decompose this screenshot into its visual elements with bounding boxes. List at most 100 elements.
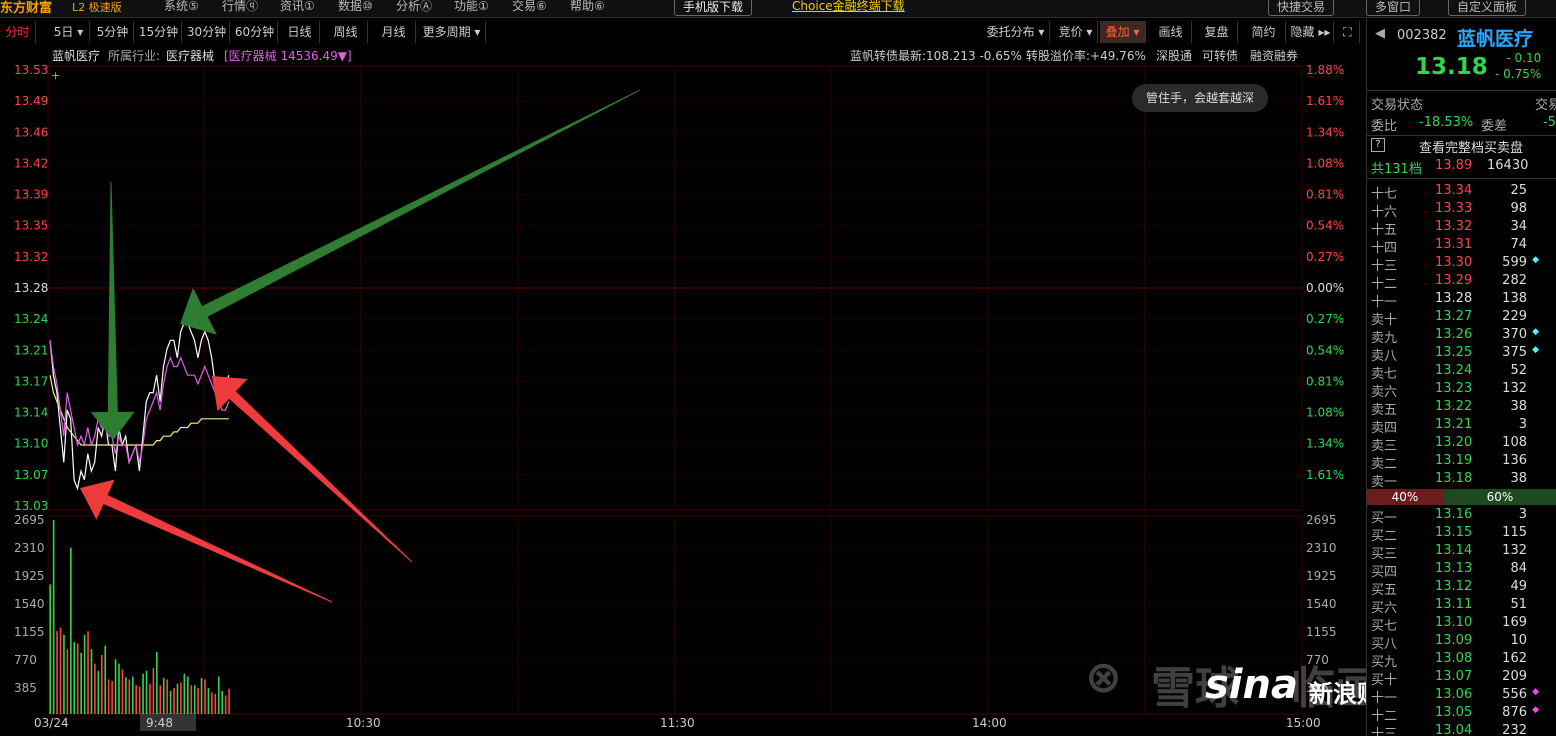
volume-bar — [80, 652, 82, 714]
green-arrow-annotation — [90, 182, 135, 440]
full-book-button[interactable]: 查看完整档买卖盘 — [1419, 137, 1523, 156]
bid-row[interactable]: 买六 13.11 51 — [1371, 597, 1556, 616]
book-price: 13.16 — [1435, 507, 1473, 522]
price-tick-label: 13.07 — [14, 468, 48, 482]
ask-row[interactable]: 十五 13.32 34 — [1371, 219, 1556, 238]
book-price: 13.31 — [1435, 237, 1473, 252]
volume-bar — [59, 627, 62, 714]
bid-row[interactable]: 买二 13.15 115 — [1371, 525, 1556, 544]
time-tick-label: 15:00 — [1286, 716, 1321, 730]
book-price: 13.27 — [1435, 309, 1473, 324]
ask-row[interactable]: 卖五 13.22 38 — [1371, 399, 1556, 418]
book-price: 13.18 — [1435, 471, 1473, 486]
annotation-tooltip: 管住手，会越套越深 — [1132, 84, 1268, 112]
book-price: 13.30 — [1435, 255, 1473, 270]
book-volume: 162 — [1502, 651, 1527, 666]
price-tick-label: 13.24 — [14, 312, 48, 326]
ask-row[interactable]: 十七 13.34 25 — [1371, 183, 1556, 202]
bid-row[interactable]: 买九 13.08 162 — [1371, 651, 1556, 670]
ask-row[interactable]: 卖七 13.24 52 — [1371, 363, 1556, 382]
quote-panel: ◀ 002382 蓝帆医疗 13.18 - 0.10 - 0.75% 交易状态 … — [1366, 18, 1556, 736]
pct-tick-label: 1.34% — [1306, 125, 1344, 139]
volume-bar — [128, 679, 131, 714]
book-volume: 10 — [1510, 633, 1527, 648]
time-tick-label: 14:00 — [972, 716, 1007, 730]
book-price: 13.06 — [1435, 687, 1473, 702]
volume-tick-label: 2310 — [14, 541, 45, 555]
bid-row[interactable]: 买八 13.09 10 — [1371, 633, 1556, 652]
ask-row[interactable]: 十三 13.30 599 ◆ — [1371, 255, 1556, 274]
book-price: 13.13 — [1435, 561, 1473, 576]
ask-row[interactable]: 卖十 13.27 229 — [1371, 309, 1556, 328]
bid-row[interactable]: 十三 13.04 232 — [1371, 723, 1556, 736]
ask-row[interactable]: 卖二 13.19 136 — [1371, 453, 1556, 472]
volume-bar — [173, 688, 175, 714]
book-price: 13.09 — [1435, 633, 1473, 648]
book-level: 卖九 — [1371, 331, 1398, 346]
ask-row[interactable]: 十六 13.33 98 — [1371, 201, 1556, 220]
price-tick-label: 13.17 — [14, 374, 48, 388]
ask-row[interactable]: 卖八 13.25 375 ◆ — [1371, 345, 1556, 364]
quote-stock-name: 蓝帆医疗 — [1457, 28, 1534, 50]
ask-row[interactable]: 卖六 13.23 132 — [1371, 381, 1556, 400]
price-tick-label: 13.42 — [14, 156, 48, 170]
pct-tick-label: 1.61% — [1306, 468, 1344, 482]
volume-bar — [156, 652, 158, 714]
ask-row[interactable]: 卖三 13.20 108 — [1371, 435, 1556, 454]
book-level: 卖五 — [1371, 403, 1398, 418]
book-volume: 25 — [1510, 183, 1527, 198]
price-tick-label: 13.28 — [14, 281, 48, 295]
multi-window-button[interactable]: 多窗口 — [1366, 0, 1421, 16]
full-book-row[interactable]: ? 查看完整档买卖盘 — [1371, 137, 1556, 156]
book-price: 13.26 — [1435, 327, 1473, 342]
volume-bar — [200, 678, 203, 714]
volume-tick-label: 2695 — [1306, 513, 1337, 527]
price-tick-label: 13.49 — [14, 94, 48, 108]
book-volume: 169 — [1502, 615, 1527, 630]
series-line-index — [49, 340, 230, 465]
help-icon[interactable]: ? — [1371, 138, 1385, 152]
time-tick-label: 9:48 — [146, 716, 173, 730]
volume-bar — [159, 685, 162, 714]
book-price: 13.10 — [1435, 615, 1473, 630]
book-volume: 3 — [1518, 417, 1527, 432]
ask-row[interactable]: 十一 13.28 138 — [1371, 291, 1556, 310]
bid-row[interactable]: 十一 13.06 556 ◆ — [1371, 687, 1556, 706]
volume-bar — [138, 686, 141, 714]
bid-row[interactable]: 买十 13.07 209 — [1371, 669, 1556, 688]
volume-bar — [183, 673, 186, 714]
book-volume: 282 — [1502, 273, 1527, 288]
book-level: 买一 — [1371, 511, 1398, 526]
book-level: 买二 — [1371, 529, 1398, 544]
big-order-icon: ◆ — [1532, 705, 1539, 715]
bid-row[interactable]: 买五 13.12 49 — [1371, 579, 1556, 598]
volume-tick-label: 1925 — [14, 569, 45, 583]
book-price: 13.33 — [1435, 201, 1473, 216]
ask-row[interactable]: 卖一 13.18 38 — [1371, 471, 1556, 490]
ask-row[interactable]: 十二 13.29 282 — [1371, 273, 1556, 292]
volume-bar — [187, 676, 189, 714]
bid-row[interactable]: 买三 13.14 132 — [1371, 543, 1556, 562]
bid-row[interactable]: 十二 13.05 876 ◆ — [1371, 705, 1556, 724]
ask-row[interactable]: 十四 13.31 74 — [1371, 237, 1556, 256]
bid-row[interactable]: 买七 13.10 169 — [1371, 615, 1556, 634]
book-price: 13.15 — [1435, 525, 1473, 540]
pct-tick-label: 0.00% — [1306, 281, 1344, 295]
bid-row[interactable]: 买一 13.16 3 — [1371, 507, 1556, 526]
volume-bar — [152, 667, 155, 714]
ask-row[interactable]: 卖四 13.21 3 — [1371, 417, 1556, 436]
price-tick-label: 13.39 — [14, 188, 48, 202]
book-volume: 132 — [1502, 381, 1527, 396]
prev-stock-icon[interactable]: ◀ — [1375, 26, 1385, 41]
custom-panel-button[interactable]: 自定义面板 — [1448, 0, 1527, 16]
volume-bar — [107, 679, 110, 714]
volume-bar — [214, 693, 217, 714]
book-price: 13.22 — [1435, 399, 1473, 414]
book-price: 13.23 — [1435, 381, 1473, 396]
ask-row[interactable]: 卖九 13.26 370 ◆ — [1371, 327, 1556, 346]
book-price: 13.04 — [1435, 723, 1473, 736]
bid-row[interactable]: 买四 13.13 84 — [1371, 561, 1556, 580]
volume-bar — [66, 649, 69, 714]
book-level: 十二 — [1371, 709, 1398, 724]
volume-bar — [73, 642, 76, 714]
